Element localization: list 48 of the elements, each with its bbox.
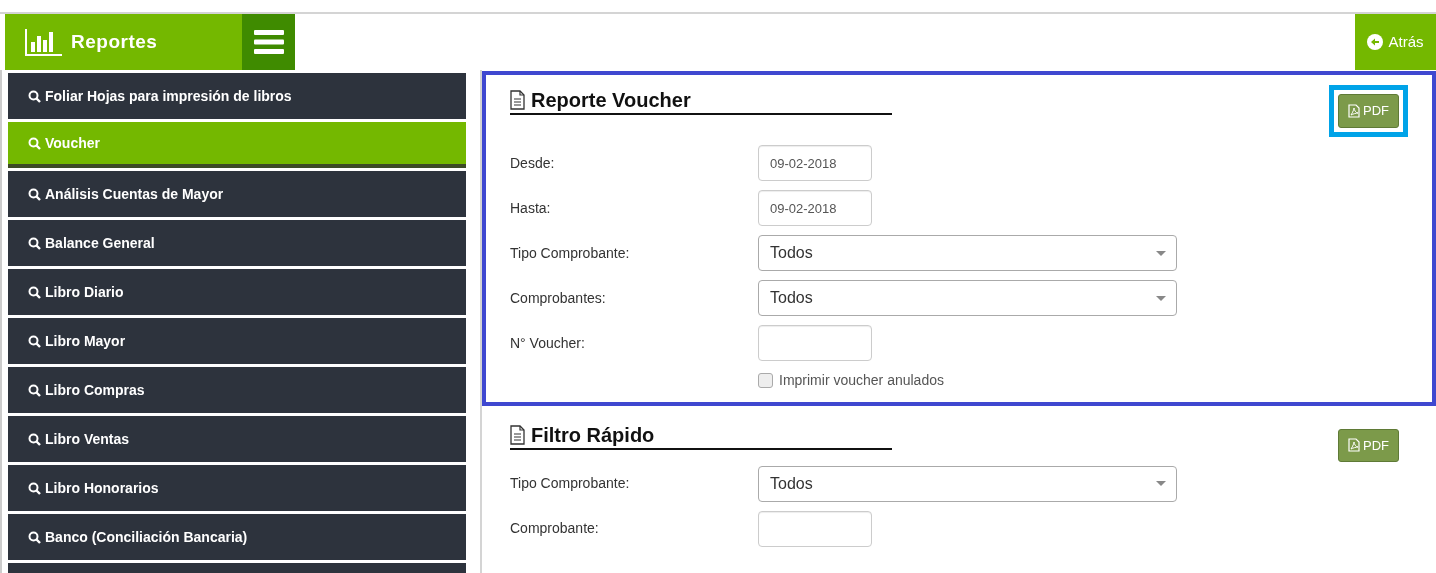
pdf-file-icon	[1348, 438, 1360, 453]
sidebar-item[interactable]: Libro Mayor	[8, 318, 466, 364]
select-dropdown[interactable]: Todos	[758, 280, 1177, 316]
search-icon	[28, 432, 41, 446]
field-label: N° Voucher:	[510, 333, 586, 353]
menu-button[interactable]	[242, 14, 295, 70]
field-label: Desde:	[510, 153, 556, 173]
select-dropdown[interactable]: Todos	[758, 465, 1177, 502]
search-icon	[28, 89, 41, 103]
checkbox-label: Imprimir voucher anulados	[779, 371, 944, 390]
search-icon	[28, 334, 41, 348]
field-label: Tipo Comprobante:	[510, 474, 631, 493]
search-icon	[28, 285, 41, 299]
section-title: Reporte Voucher	[510, 87, 892, 115]
dropdown-caret-icon	[1156, 250, 1166, 256]
bar-chart-icon	[25, 28, 63, 56]
select-dropdown[interactable]: Todos	[758, 235, 1177, 271]
pdf-file-icon	[1348, 103, 1360, 118]
field-label: Hasta:	[510, 198, 552, 218]
sidebar-item[interactable]: Libro Honorarios	[8, 465, 466, 511]
search-icon	[28, 136, 41, 150]
search-icon	[28, 236, 41, 250]
date-field[interactable]: 09-02-2018	[758, 190, 872, 226]
sidebar-item[interactable]: Análisis Cuentas de Mayor	[8, 171, 466, 217]
checkbox[interactable]	[758, 373, 773, 388]
search-icon	[28, 383, 41, 397]
sidebar-item[interactable]: Libro Ventas	[8, 416, 466, 462]
date-field[interactable]: 09-02-2018	[758, 145, 872, 181]
input-field[interactable]	[758, 325, 872, 361]
app-title: Reportes	[71, 29, 158, 54]
document-icon	[510, 424, 525, 445]
sidebar-item[interactable]: Libro Compras	[8, 367, 466, 413]
sidebar-item[interactable]: Banco (Conciliación Bancaria)	[8, 514, 466, 560]
input-field[interactable]	[758, 510, 872, 547]
search-icon	[28, 187, 41, 201]
document-icon	[510, 90, 525, 110]
search-icon	[28, 481, 41, 495]
section-title: Filtro Rápido	[510, 421, 892, 450]
sidebar-item[interactable]: Balance General	[8, 220, 466, 266]
sidebar-item[interactable]: Libro Diario	[8, 269, 466, 315]
field-label: Comprobantes:	[510, 288, 607, 308]
sidebar-item[interactable]: Foliar Hojas para impresión de libros	[8, 73, 466, 119]
search-icon	[28, 530, 41, 544]
field-label: Tipo Comprobante:	[510, 243, 631, 263]
field-label: Comprobante:	[510, 519, 600, 538]
menu-icon	[253, 29, 284, 55]
dropdown-caret-icon	[1156, 295, 1166, 301]
dropdown-caret-icon	[1156, 481, 1166, 486]
